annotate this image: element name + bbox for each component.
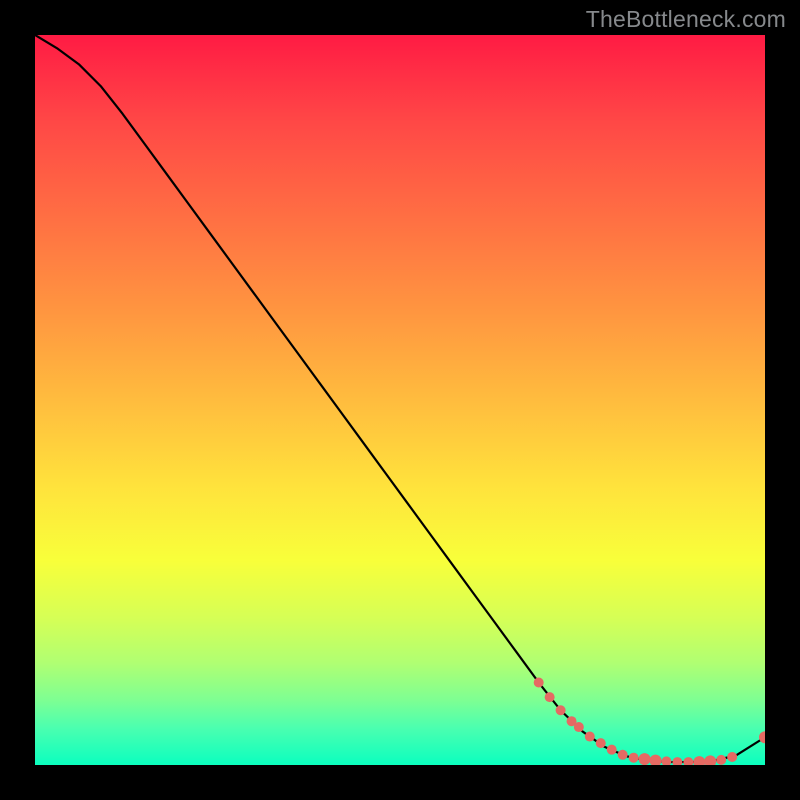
data-marker xyxy=(596,738,606,748)
watermark-text: TheBottleneck.com xyxy=(586,6,786,33)
data-marker xyxy=(545,692,555,702)
marker-group xyxy=(534,678,765,765)
data-marker xyxy=(574,722,584,732)
data-marker xyxy=(639,753,651,765)
data-marker xyxy=(716,755,726,765)
data-marker xyxy=(683,757,693,765)
bottleneck-curve xyxy=(35,35,765,762)
data-marker xyxy=(618,750,628,760)
data-marker xyxy=(534,678,544,688)
data-marker xyxy=(585,732,595,742)
data-marker xyxy=(661,756,671,765)
data-marker xyxy=(693,756,705,765)
data-marker xyxy=(727,752,737,762)
data-marker xyxy=(704,755,716,765)
data-marker xyxy=(650,755,662,765)
data-marker xyxy=(556,705,566,715)
chart-plot-area xyxy=(35,35,765,765)
chart-overlay-svg xyxy=(35,35,765,765)
data-marker xyxy=(607,745,617,755)
data-marker xyxy=(629,753,639,763)
data-marker xyxy=(672,757,682,765)
